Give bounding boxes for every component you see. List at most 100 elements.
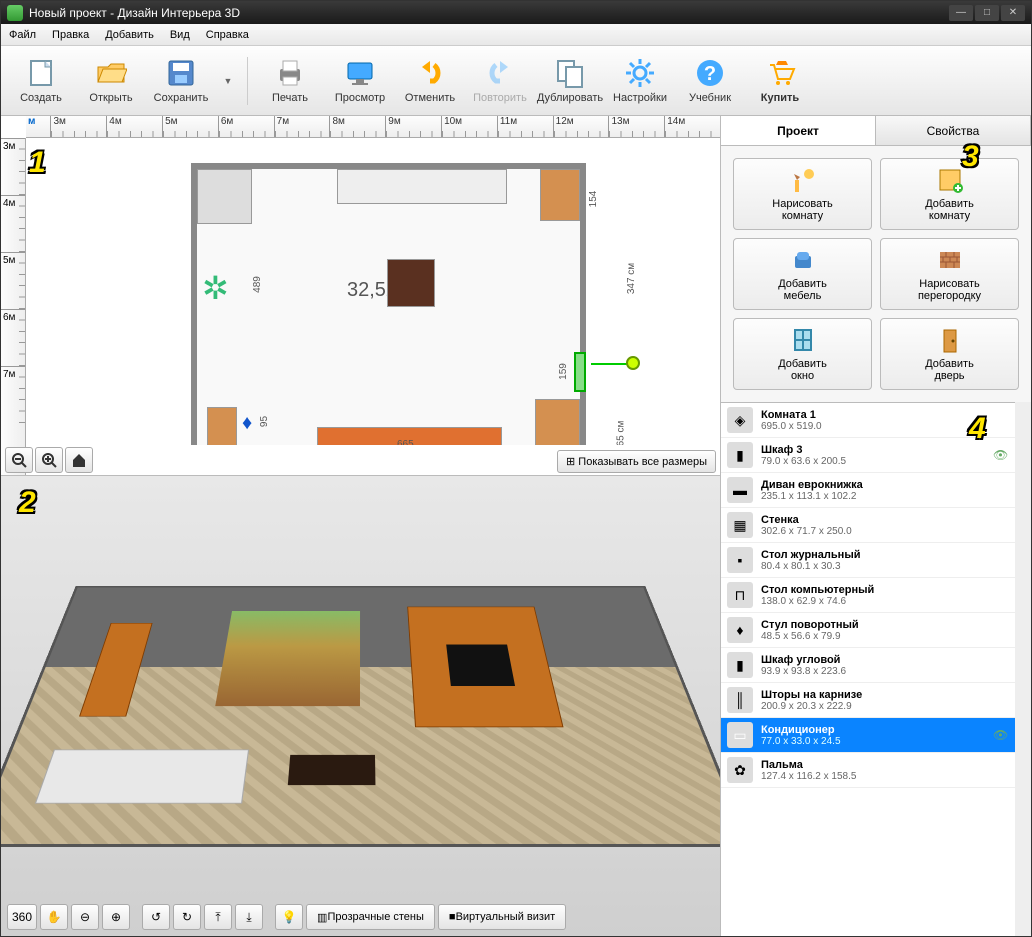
tab-properties[interactable]: Свойства — [876, 116, 1031, 145]
selection-handle[interactable] — [626, 356, 640, 370]
table-3d — [288, 755, 375, 785]
object-item[interactable]: ▭ Кондиционер 77.0 x 33.0 x 24.5 👁 — [721, 718, 1015, 753]
preview-button[interactable]: Просмотр — [328, 51, 392, 111]
separator — [247, 57, 248, 105]
rotate-left-button[interactable]: ↺ — [142, 904, 170, 930]
maximize-button[interactable]: □ — [975, 5, 999, 21]
object-item[interactable]: ▮ Шкаф угловой 93.9 x 93.8 x 223.6 — [721, 648, 1015, 683]
object-name: Шторы на карнизе — [761, 689, 993, 701]
furn-coffee-table[interactable] — [387, 259, 435, 307]
furn-corner-wardrobe[interactable] — [197, 169, 252, 224]
close-button[interactable]: ✕ — [1001, 5, 1025, 21]
tab-project[interactable]: Проект — [721, 116, 876, 145]
menu-edit[interactable]: Правка — [52, 29, 89, 41]
marker-3: 3 — [962, 140, 1002, 180]
marker-1: 1 — [29, 146, 69, 186]
object-item[interactable]: ║ Шторы на карнизе 200.9 x 20.3 x 222.9 — [721, 683, 1015, 718]
dim-bottom: 665 — [397, 439, 414, 445]
show-dimensions-button[interactable]: ⊞ Показывать все размеры — [557, 450, 716, 473]
window-title: Новый проект - Дизайн Интерьера 3D — [29, 6, 240, 20]
furn-shelf-tr[interactable] — [540, 169, 580, 221]
object-item[interactable]: ⊓ Стол компьютерный 138.0 x 62.9 x 74.6 — [721, 578, 1015, 613]
duplicate-button[interactable]: Дублировать — [538, 51, 602, 111]
zoom-in-3d-button[interactable]: ⊕ — [102, 904, 130, 930]
object-dimensions: 235.1 x 113.1 x 102.2 — [761, 491, 993, 502]
object-item[interactable]: ▦ Стенка 302.6 x 71.7 x 250.0 — [721, 508, 1015, 543]
undo-button[interactable]: Отменить — [398, 51, 462, 111]
dim-right-inner: 154 — [588, 191, 599, 208]
object-icon: ▦ — [727, 512, 753, 538]
tilt-up-button[interactable]: ⤒ — [204, 904, 232, 930]
object-dimensions: 138.0 x 62.9 x 74.6 — [761, 596, 993, 607]
buy-button[interactable]: Купить — [748, 51, 812, 111]
zoom-in-button[interactable] — [35, 447, 63, 473]
selected-ac[interactable] — [574, 352, 586, 392]
object-icon: ▬ — [727, 477, 753, 503]
object-item[interactable]: ▪ Стол журнальный 80.4 x 80.1 x 30.3 — [721, 543, 1015, 578]
toolbar: Создать Открыть Сохранить ▼ Печать Просм… — [1, 46, 1031, 116]
object-name: Шкаф 3 — [761, 444, 993, 456]
print-button[interactable]: Печать — [258, 51, 322, 111]
redo-button: Повторить — [468, 51, 532, 111]
save-dropdown[interactable]: ▼ — [219, 51, 237, 111]
object-list[interactable]: ◈ Комната 1 695.0 x 519.0 ▮ Шкаф 3 79.0 … — [721, 402, 1015, 936]
menu-file[interactable]: Файл — [9, 29, 36, 41]
object-dimensions: 302.6 x 71.7 x 250.0 — [761, 526, 993, 537]
light-button[interactable]: 💡 — [275, 904, 303, 930]
draw-partition-button[interactable]: Нарисоватьперегородку — [880, 238, 1019, 310]
object-dimensions: 79.0 x 63.6 x 200.5 — [761, 456, 993, 467]
object-icon: ▪ — [727, 547, 753, 573]
room-outline[interactable]: 32,52 582 154 ✲ ♦ 665 48 — [191, 163, 586, 445]
view-3d-area[interactable]: 2 360 ✋ ⊖ ⊕ ↺ — [1, 476, 720, 936]
object-name: Комната 1 — [761, 409, 993, 421]
svg-text:?: ? — [704, 63, 716, 85]
create-button[interactable]: Создать — [9, 51, 73, 111]
menu-view[interactable]: Вид — [170, 29, 190, 41]
object-dimensions: 695.0 x 519.0 — [761, 421, 993, 432]
zoom-out-button[interactable] — [5, 447, 33, 473]
draw-room-button[interactable]: Нарисоватькомнату — [733, 158, 872, 230]
add-window-button[interactable]: Добавитьокно — [733, 318, 872, 390]
visibility-icon[interactable]: 👁 — [993, 728, 1009, 742]
object-name: Стенка — [761, 514, 993, 526]
save-button[interactable]: Сохранить — [149, 51, 213, 111]
furn-sofa[interactable] — [337, 169, 507, 204]
transparent-walls-button[interactable]: ▥ Прозрачные стены — [306, 904, 435, 930]
add-door-button[interactable]: Добавитьдверь — [880, 318, 1019, 390]
object-icon: ▭ — [727, 722, 753, 748]
object-name: Пальма — [761, 759, 993, 771]
object-icon: ⊓ — [727, 582, 753, 608]
open-button[interactable]: Открыть — [79, 51, 143, 111]
object-icon: ♦ — [727, 617, 753, 643]
home-button[interactable] — [65, 447, 93, 473]
scrollbar[interactable] — [1015, 402, 1031, 936]
pan-button[interactable]: ✋ — [40, 904, 68, 930]
object-name: Стол компьютерный — [761, 584, 993, 596]
object-name: Шкаф угловой — [761, 654, 993, 666]
object-item[interactable]: ♦ Стул поворотный 48.5 x 56.6 x 79.9 — [721, 613, 1015, 648]
furn-shelf-br[interactable] — [535, 399, 580, 445]
furn-shelf-bl[interactable] — [207, 407, 237, 445]
object-dimensions: 200.9 x 20.3 x 222.9 — [761, 701, 993, 712]
object-item[interactable]: ▬ Диван еврокнижка 235.1 x 113.1 x 102.2 — [721, 473, 1015, 508]
rotate-right-button[interactable]: ↻ — [173, 904, 201, 930]
menu-help[interactable]: Справка — [206, 29, 249, 41]
plan-2d-area[interactable]: 1 м 3м4м5м6м7м8м9м10м11м12м13м14м 3м4м5м… — [1, 116, 720, 476]
object-dimensions: 93.9 x 93.8 x 223.6 — [761, 666, 993, 677]
virtual-visit-button[interactable]: ■ Виртуальный визит — [438, 904, 566, 930]
tutorial-button[interactable]: ?Учебник — [678, 51, 742, 111]
zoom-out-3d-button[interactable]: ⊖ — [71, 904, 99, 930]
minimize-button[interactable]: — — [949, 5, 973, 21]
dim-br: 65 см — [615, 421, 626, 445]
object-item[interactable]: ✿ Пальма 127.4 x 116.2 x 158.5 — [721, 753, 1015, 788]
menu-add[interactable]: Добавить — [105, 29, 154, 41]
add-furniture-button[interactable]: Добавитьмебель — [733, 238, 872, 310]
rotate360-button[interactable]: 360 — [7, 904, 37, 930]
object-dimensions: 80.4 x 80.1 x 30.3 — [761, 561, 993, 572]
dim-left: 489 — [252, 276, 263, 293]
tilt-down-button[interactable]: ⤓ — [235, 904, 263, 930]
settings-button[interactable]: Настройки — [608, 51, 672, 111]
dim-door-r: 159 — [558, 363, 569, 380]
ruler-vertical: 3м4м5м6м7м — [1, 138, 26, 475]
selection-leader — [591, 363, 631, 365]
